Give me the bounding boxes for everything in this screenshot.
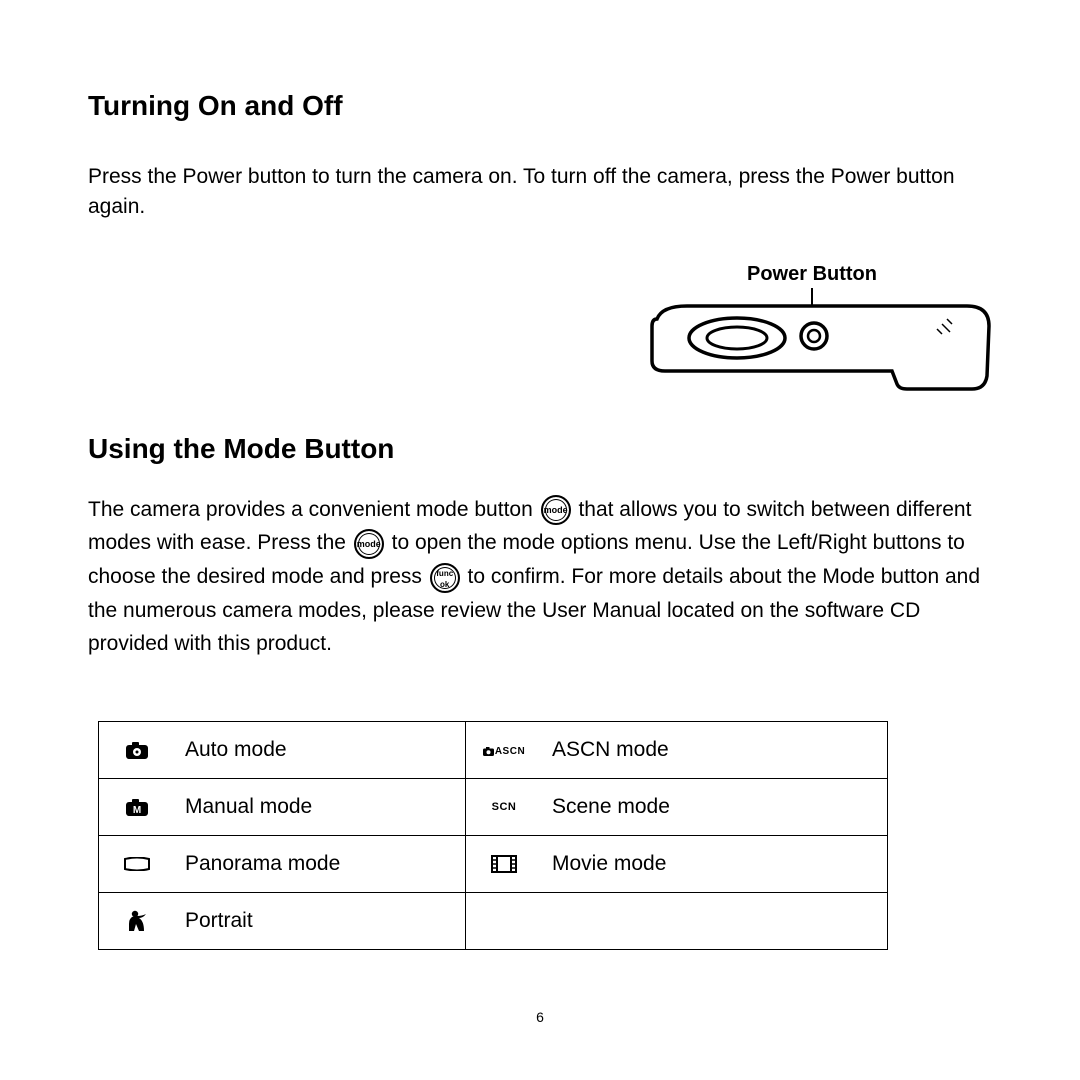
func-ok-icon: func ok: [430, 563, 460, 593]
manual-mode-label: Manual mode: [175, 778, 466, 835]
ascn-mode-icon: ASCN: [466, 721, 543, 778]
paragraph-power: Press the Power button to turn the camer…: [88, 162, 992, 223]
panorama-mode-icon: [99, 835, 176, 892]
panorama-mode-label: Panorama mode: [175, 835, 466, 892]
power-button-label: Power Button: [747, 263, 877, 286]
auto-mode-icon: [99, 721, 176, 778]
empty-cell: [542, 892, 888, 949]
page-number: 6: [536, 1009, 544, 1025]
table-row: Portrait: [99, 892, 888, 949]
portrait-mode-icon: [99, 892, 176, 949]
auto-mode-label: Auto mode: [175, 721, 466, 778]
camera-top-illustration: [647, 291, 992, 396]
table-row: M Manual mode SCN Scene mode: [99, 778, 888, 835]
power-button-diagram: Power Button: [88, 263, 992, 413]
mode-para-part1: The camera provides a convenient mode bu…: [88, 498, 539, 521]
paragraph-mode-button: The camera provides a convenient mode bu…: [88, 493, 992, 661]
ascn-icon-text: ASCN: [495, 746, 525, 757]
portrait-mode-label: Portrait: [175, 892, 466, 949]
manual-mode-icon: M: [99, 778, 176, 835]
ascn-mode-label: ASCN mode: [542, 721, 888, 778]
svg-text:M: M: [133, 805, 141, 816]
scn-mode-label: Scene mode: [542, 778, 888, 835]
table-row: Auto mode ASCN ASCN mode: [99, 721, 888, 778]
scn-mode-icon: SCN: [466, 778, 543, 835]
scn-icon-text: SCN: [492, 801, 517, 813]
empty-cell: [466, 892, 543, 949]
table-row: Panorama mode Movie mode: [99, 835, 888, 892]
mode-table: Auto mode ASCN ASCN mode M Manual mode S…: [98, 721, 888, 950]
heading-turning-on-off: Turning On and Off: [88, 90, 992, 122]
mode-icon: mode: [541, 495, 571, 525]
movie-mode-icon: [466, 835, 543, 892]
heading-mode-button: Using the Mode Button: [88, 433, 992, 465]
mode-icon: mode: [354, 529, 384, 559]
movie-mode-label: Movie mode: [542, 835, 888, 892]
